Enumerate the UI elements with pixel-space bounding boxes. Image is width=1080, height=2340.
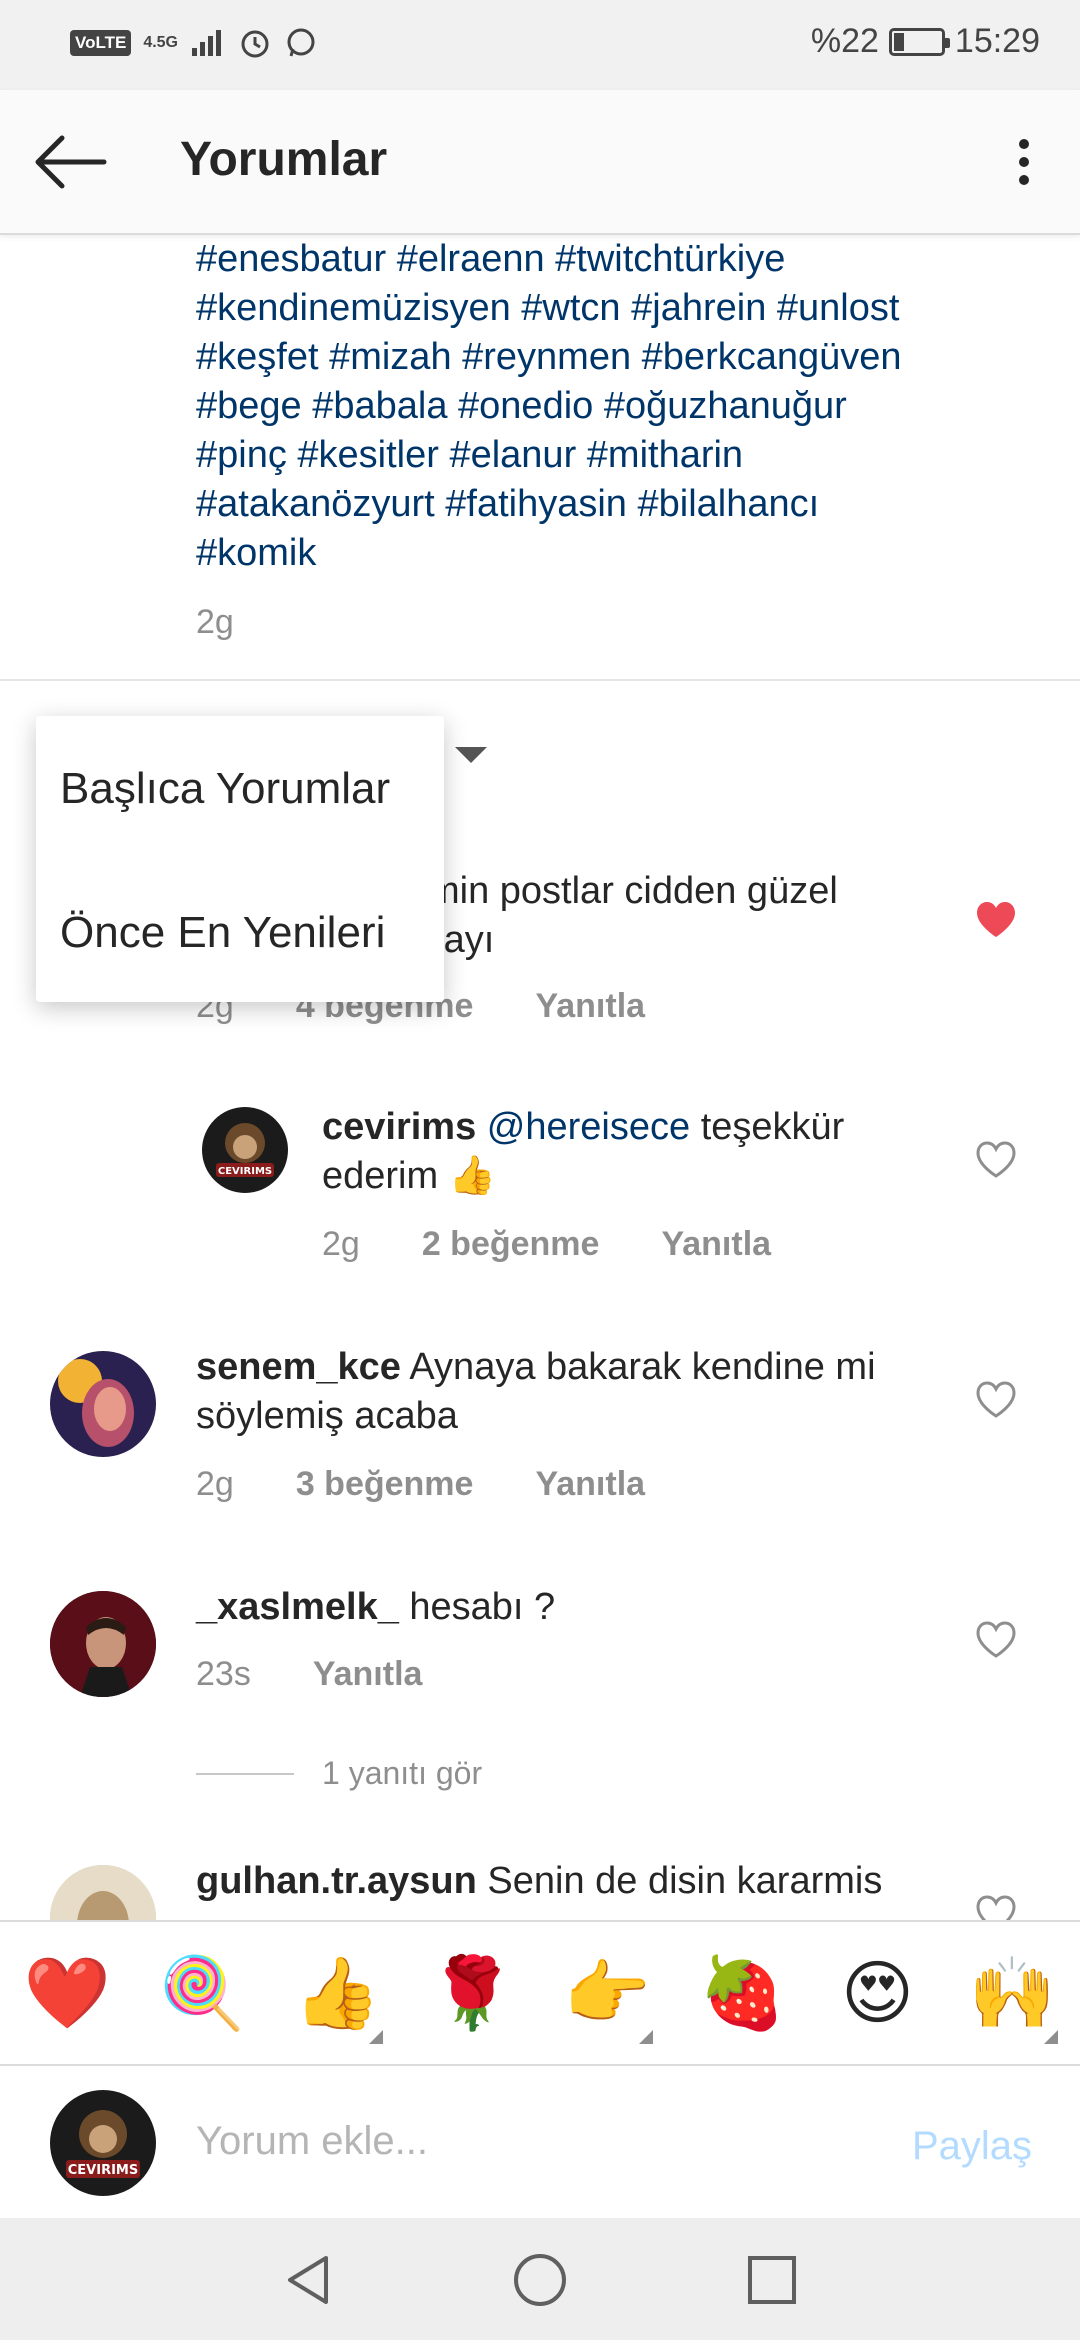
red-heart-emoji[interactable]: ❤️ bbox=[0, 1948, 135, 2038]
hashtag-line[interactable]: #pinç #kesitler #elanur #mitharin bbox=[196, 431, 1056, 480]
chevron-down-icon[interactable] bbox=[455, 747, 487, 763]
portrait-avatar-icon bbox=[50, 1865, 156, 1920]
hashtag-line[interactable]: #bege #babala #onedio #oğuzhanuğur bbox=[196, 382, 1056, 431]
arrow-left-icon bbox=[35, 135, 107, 189]
thumbs-up-emoji[interactable]: 👍 bbox=[270, 1948, 405, 2044]
comment-meta: 2g 2 beğenme Yanıtla bbox=[322, 1225, 771, 1264]
battery-level bbox=[893, 32, 904, 51]
emoji-quick-bar: ❤️ 🍭 👍 🌹 👉 🍓 😍 🙌 bbox=[0, 1920, 1080, 2066]
raised-hands-emoji[interactable]: 🙌 bbox=[945, 1948, 1080, 2044]
comment-body: söylemiş acaba bbox=[196, 1395, 458, 1437]
page-title: Yorumlar bbox=[180, 133, 388, 186]
nav-home-icon[interactable] bbox=[508, 2248, 572, 2312]
portrait-avatar-icon bbox=[58, 1359, 134, 1447]
back-button[interactable] bbox=[30, 130, 110, 194]
comment-text: cevirims @hereisece teşekkür ederim 👍 bbox=[322, 1103, 942, 1201]
share-button[interactable]: Paylaş bbox=[912, 2124, 1032, 2169]
lollipop-emoji[interactable]: 🍭 bbox=[135, 1948, 270, 2038]
comment-text: _xaslmelk_ hesabı ? bbox=[196, 1583, 956, 1632]
post-caption: #enesbatur #elraenn #twitchtürkiye #kend… bbox=[196, 235, 1056, 578]
avatar: CEVIRIMS bbox=[50, 2090, 156, 2196]
sort-dropdown-menu: Başlıca Yorumlar Önce En Yenileri bbox=[36, 716, 444, 1002]
monkey-avatar-icon: CEVIRIMS bbox=[216, 1123, 274, 1177]
comment-text: senem_kce Aynaya bakarak kendine mi söyl… bbox=[196, 1343, 956, 1441]
avatar[interactable] bbox=[50, 1351, 156, 1457]
hashtag-line[interactable]: #kendinemüzisyen #wtcn #jahrein #unlost bbox=[196, 284, 1056, 333]
view-replies-button[interactable]: 1 yanıtı gör bbox=[196, 1755, 482, 1792]
reply-button[interactable]: Yanıtla bbox=[661, 1225, 771, 1264]
comment-body: Senin de disin kararmis bbox=[476, 1860, 883, 1902]
comment-username[interactable]: senem_kce bbox=[196, 1346, 401, 1388]
hashtag-line[interactable]: #enesbatur #elraenn #twitchtürkiye bbox=[196, 235, 1056, 284]
likes-count[interactable]: 3 beğenme bbox=[296, 1465, 474, 1504]
comment-time: 23s bbox=[196, 1655, 251, 1693]
nav-back-icon[interactable] bbox=[276, 2248, 340, 2312]
avatar[interactable] bbox=[50, 1865, 156, 1920]
comment-body: teşekkür bbox=[690, 1106, 845, 1148]
comment-time: 2g bbox=[196, 1465, 234, 1503]
hashtag-line[interactable]: #atakanözyurt #fatihyasin #bilalhancı bbox=[196, 480, 1056, 529]
reply-button[interactable]: Yanıtla bbox=[535, 987, 645, 1026]
heart-outline-icon[interactable] bbox=[975, 1621, 1017, 1659]
nav-recents-icon[interactable] bbox=[740, 2248, 804, 2312]
reply-button[interactable]: Yanıtla bbox=[313, 1655, 423, 1694]
comments-list[interactable]: #enesbatur #elraenn #twitchtürkiye #kend… bbox=[0, 235, 1080, 1920]
caption-time: 2g bbox=[196, 603, 234, 641]
heart-outline-icon[interactable] bbox=[975, 1141, 1017, 1179]
portrait-avatar-icon bbox=[50, 1591, 156, 1697]
hashtag-line[interactable]: #keşfet #mizah #reynmen #berkcangüven bbox=[196, 333, 1056, 382]
comment-username[interactable]: cevirims bbox=[322, 1106, 476, 1148]
monkey-avatar-icon: CEVIRIMS bbox=[66, 2110, 140, 2178]
comment-input-bar: CEVIRIMS Paylaş bbox=[0, 2068, 1080, 2218]
avatar[interactable]: CEVIRIMS bbox=[202, 1107, 288, 1193]
alarm-icon bbox=[241, 30, 269, 58]
avatar-label: CEVIRIMS bbox=[218, 1166, 272, 1177]
likes-count[interactable]: 2 beğenme bbox=[422, 1225, 600, 1264]
divider-line bbox=[196, 1772, 294, 1775]
clock: 15:29 bbox=[954, 22, 1040, 60]
comment-meta: 2g 3 beğenme Yanıtla bbox=[196, 1465, 645, 1504]
more-options-button[interactable] bbox=[994, 130, 1054, 194]
comment-username[interactable]: _xaslmelk_ bbox=[196, 1586, 399, 1628]
view-replies-label: 1 yanıtı gör bbox=[322, 1755, 483, 1791]
comment-body: Aynaya bakarak kendine mi bbox=[400, 1346, 876, 1388]
comment-username[interactable]: gulhan.tr.aysun bbox=[196, 1860, 477, 1902]
heart-outline-icon[interactable] bbox=[975, 1381, 1017, 1419]
status-bar: VoLTE 4.5G %22 15:29 bbox=[0, 0, 1080, 90]
more-vertical-icon bbox=[1019, 139, 1029, 185]
comment-body: ederim 👍 bbox=[322, 1155, 497, 1197]
comment-time: 2g bbox=[322, 1225, 360, 1263]
comment-meta: 23s Yanıtla bbox=[196, 1655, 422, 1694]
menu-item-top-comments[interactable]: Başlıca Yorumlar bbox=[60, 764, 390, 814]
heart-outline-icon[interactable] bbox=[975, 1895, 1017, 1920]
status-right: %22 15:29 bbox=[811, 22, 1040, 61]
avatar[interactable] bbox=[50, 1591, 156, 1697]
battery-percent: %22 bbox=[810, 22, 879, 60]
pointing-right-emoji[interactable]: 👉 bbox=[540, 1948, 675, 2044]
volte-indicator: VoLTE bbox=[70, 30, 132, 56]
heart-filled-icon[interactable] bbox=[975, 901, 1017, 939]
reply-button[interactable]: Yanıtla bbox=[535, 1465, 645, 1504]
comment-mention[interactable]: @hereisece bbox=[487, 1106, 690, 1148]
menu-item-newest-first[interactable]: Önce En Yenileri bbox=[60, 908, 385, 958]
avatar-label: CEVIRIMS bbox=[68, 2163, 138, 2178]
rose-emoji[interactable]: 🌹 bbox=[405, 1948, 540, 2038]
comment-text: gulhan.tr.aysun Senin de disin kararmis bbox=[196, 1857, 956, 1906]
whatsapp-icon bbox=[287, 28, 315, 57]
network-type: 4.5G bbox=[143, 34, 178, 51]
hashtag-line[interactable]: #komik bbox=[196, 529, 1056, 578]
strawberry-emoji[interactable]: 🍓 bbox=[675, 1948, 810, 2038]
system-nav-bar bbox=[0, 2218, 1080, 2340]
signal-icon bbox=[192, 30, 221, 56]
app-header: Yorumlar bbox=[0, 90, 1080, 235]
heart-eyes-emoji[interactable]: 😍 bbox=[810, 1948, 945, 2038]
status-left: VoLTE 4.5G bbox=[70, 26, 318, 60]
comment-body: hesabı ? bbox=[398, 1586, 556, 1628]
battery-icon bbox=[888, 27, 950, 56]
divider bbox=[0, 679, 1080, 681]
comment-input[interactable] bbox=[196, 2106, 876, 2176]
